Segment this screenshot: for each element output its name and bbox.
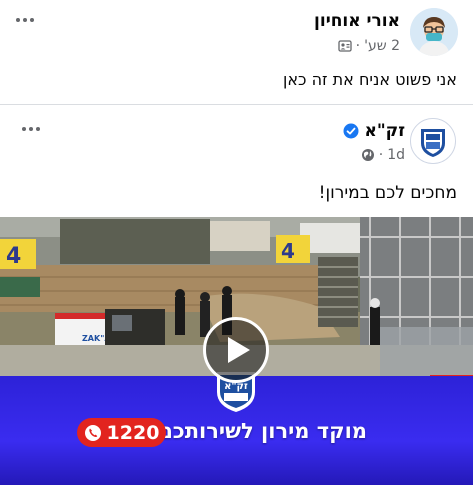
shared-author-row: זק"א: [343, 121, 405, 141]
hotline-number: 1220: [106, 421, 160, 444]
outer-author-name[interactable]: אורי אוחיון: [314, 11, 400, 31]
play-icon: [226, 335, 252, 365]
outer-more-options-button[interactable]: [16, 18, 34, 22]
outer-post-meta: 2 שע' ·: [337, 38, 400, 54]
video-sign-right: 4: [281, 239, 295, 263]
video-banner-text: מוקד מירון לשירותכם: [158, 419, 367, 443]
friends-icon: [337, 39, 352, 53]
globe-icon: [361, 148, 375, 162]
outer-post-text: אני פשוט אניח את זה כאן: [282, 70, 457, 89]
shared-author-name[interactable]: זק"א: [364, 121, 405, 141]
hotline-badge: 1220: [77, 418, 166, 447]
meta-separator: ·: [355, 38, 361, 54]
outer-post-time[interactable]: 2 שע': [364, 38, 400, 54]
verified-badge-icon: [343, 123, 359, 139]
outer-author-avatar[interactable]: [410, 8, 458, 56]
shared-more-options-button[interactable]: [22, 127, 40, 131]
video-play-button[interactable]: [203, 317, 269, 383]
phone-icon: [84, 424, 102, 442]
shared-post-time[interactable]: 1d: [387, 147, 405, 163]
shared-post-text: מחכים לכם במירון!: [318, 183, 457, 203]
shared-post-meta: · 1d: [361, 147, 405, 163]
meta-separator: ·: [378, 147, 384, 163]
video-sign-left: 4: [6, 244, 21, 269]
shared-author-avatar[interactable]: [410, 118, 456, 164]
